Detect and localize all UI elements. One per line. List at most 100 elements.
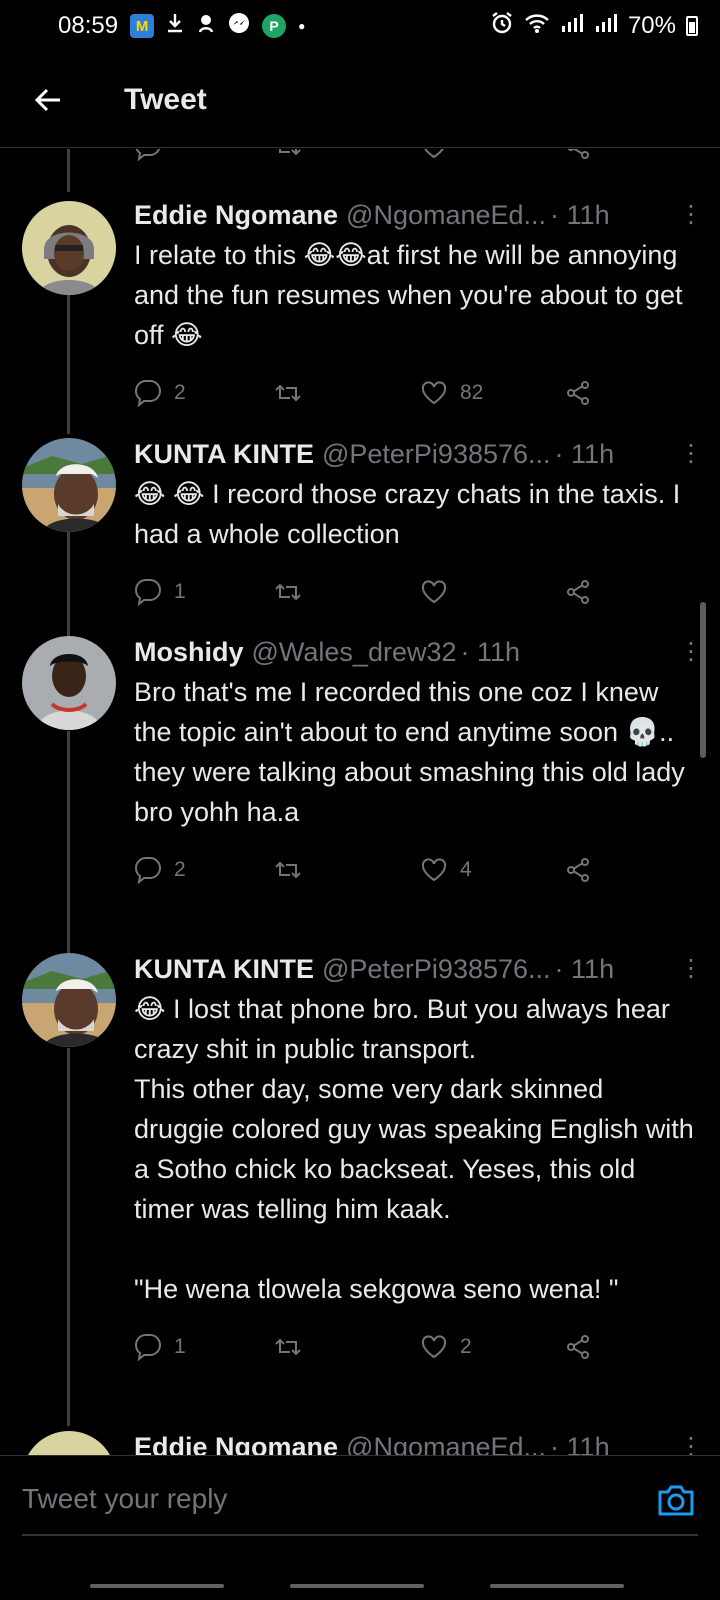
reply-tweet[interactable]: Moshidy @Wales_drew32 · 11h ⋮ Bro that's… (0, 629, 720, 949)
user-handle[interactable]: @Wales_drew32 (252, 632, 457, 672)
more-options-icon[interactable]: ⋮ (676, 195, 706, 235)
reply-count: 2 (174, 381, 186, 404)
like-button[interactable]: 2 (420, 1327, 472, 1367)
arrow-left-icon (34, 88, 60, 111)
share-button[interactable] (564, 850, 592, 890)
reply-input[interactable] (22, 1483, 582, 1515)
battery-percent: 70% (627, 12, 676, 39)
reply-tweet[interactable]: KUNTA KINTE @PeterPi938576... · 11h ⋮ 😂 … (0, 946, 720, 1426)
nav-recents[interactable] (90, 1584, 224, 1588)
reply-input-underline (22, 1534, 698, 1536)
reply-icon (134, 857, 161, 884)
reply-icon (134, 1334, 161, 1361)
user-handle[interactable]: @NgomaneEd... (346, 195, 546, 235)
reply-button[interactable]: 1 (134, 572, 186, 612)
retweet-icon (279, 149, 301, 156)
wifi-icon (524, 12, 550, 41)
tweet-action-bar: 2 82 (134, 373, 696, 413)
reply-tweet[interactable]: KUNTA KINTE @PeterPi938576... · 11h ⋮ 😂 … (0, 431, 720, 631)
tweet-text: I relate to this 😂😂at first he will be a… (134, 240, 691, 350)
battery-icon (686, 16, 698, 36)
avatar[interactable] (22, 953, 116, 1047)
share-button[interactable] (564, 373, 592, 413)
messenger-icon (228, 12, 250, 41)
movies-app-icon: M (130, 14, 155, 38)
reply-tweet[interactable]: Eddie Ngomane @NgomaneEd... · 11h ⋮ I re… (0, 192, 720, 407)
retweet-button[interactable] (274, 572, 314, 612)
reply-icon (135, 149, 161, 161)
like-button[interactable] (420, 572, 460, 612)
reply-count: 1 (174, 1335, 186, 1358)
reply-icon (134, 380, 161, 407)
page-title: Tweet (124, 82, 207, 116)
scrollbar[interactable] (700, 602, 706, 758)
retweet-button[interactable] (274, 850, 314, 890)
reply-button[interactable]: 2 (134, 850, 186, 890)
timestamp: · 11h (550, 200, 610, 230)
like-button[interactable]: 4 (420, 850, 472, 890)
clock: 08:59 (58, 12, 119, 39)
retweet-button[interactable] (274, 373, 314, 413)
heart-icon (421, 381, 447, 405)
reply-count: 2 (174, 858, 186, 881)
retweet-icon (275, 1338, 301, 1356)
reply-thread[interactable]: Eddie Ngomane @NgomaneEd... · 11h ⋮ I re… (0, 149, 720, 1482)
share-icon (567, 149, 589, 159)
avatar[interactable] (22, 636, 116, 730)
tweet-text: 😂 😂 I record those crazy chats in the ta… (134, 479, 688, 549)
retweet-button[interactable] (274, 1327, 314, 1367)
camera-icon (658, 1485, 694, 1516)
like-button[interactable]: 82 (420, 373, 483, 413)
nav-back[interactable] (490, 1584, 624, 1588)
tweet-action-bar (134, 149, 694, 167)
more-notifications-dot: ● (298, 19, 306, 33)
retweet-icon (275, 583, 301, 601)
retweet-button[interactable] (274, 149, 302, 167)
share-button[interactable] (564, 572, 592, 612)
share-icon (567, 1335, 589, 1359)
heart-icon (424, 149, 444, 159)
heart-icon (421, 580, 447, 604)
reply-button[interactable]: 1 (134, 1327, 186, 1367)
reply-button[interactable] (134, 149, 162, 167)
thread-connector-line (67, 149, 70, 192)
timestamp: · 11h (460, 637, 521, 667)
share-icon (567, 858, 589, 882)
display-name[interactable]: Moshidy (134, 632, 244, 672)
heart-icon (421, 1335, 447, 1359)
tweet-action-bar: 1 2 (134, 1327, 696, 1367)
share-button[interactable] (564, 149, 592, 167)
retweet-icon (275, 384, 301, 402)
share-button[interactable] (564, 1327, 592, 1367)
avatar[interactable] (22, 201, 116, 295)
tweet-header: Moshidy @Wales_drew32 · 11h ⋮ (134, 632, 703, 672)
like-count: 82 (460, 381, 484, 404)
tweet-header: KUNTA KINTE @PeterPi938576... · 11h ⋮ (134, 949, 703, 989)
more-options-icon[interactable]: ⋮ (676, 434, 706, 474)
reply-count: 1 (174, 580, 186, 603)
more-options-icon[interactable]: ⋮ (676, 949, 706, 989)
timestamp: · 11h (554, 954, 615, 984)
tweet-header: Eddie Ngomane @NgomaneEd... · 11h ⋮ (134, 195, 703, 235)
share-icon (567, 381, 589, 405)
tweet-action-bar: 1 (134, 572, 696, 612)
avatar[interactable] (22, 438, 116, 532)
display-name[interactable]: KUNTA KINTE (134, 434, 314, 474)
display-name[interactable]: Eddie Ngomane (134, 195, 338, 235)
user-handle[interactable]: @PeterPi938576... (322, 949, 551, 989)
tweet-text: Bro that's me I recorded this one coz I … (134, 677, 693, 827)
signal-icon-2 (594, 12, 618, 41)
like-button[interactable] (420, 149, 448, 167)
reply-icon (134, 579, 161, 606)
display-name[interactable]: KUNTA KINTE (134, 949, 314, 989)
app-notification-icon (196, 12, 216, 41)
like-count: 2 (460, 1335, 472, 1358)
user-handle[interactable]: @PeterPi938576... (322, 434, 551, 474)
camera-button[interactable] (656, 1480, 696, 1520)
nav-home[interactable] (290, 1584, 424, 1588)
reply-button[interactable]: 2 (134, 373, 186, 413)
tweet-header: KUNTA KINTE @PeterPi938576... · 11h ⋮ (134, 434, 703, 474)
back-button[interactable] (0, 52, 100, 148)
top-app-bar: Tweet (0, 52, 720, 148)
like-count: 4 (460, 858, 472, 881)
